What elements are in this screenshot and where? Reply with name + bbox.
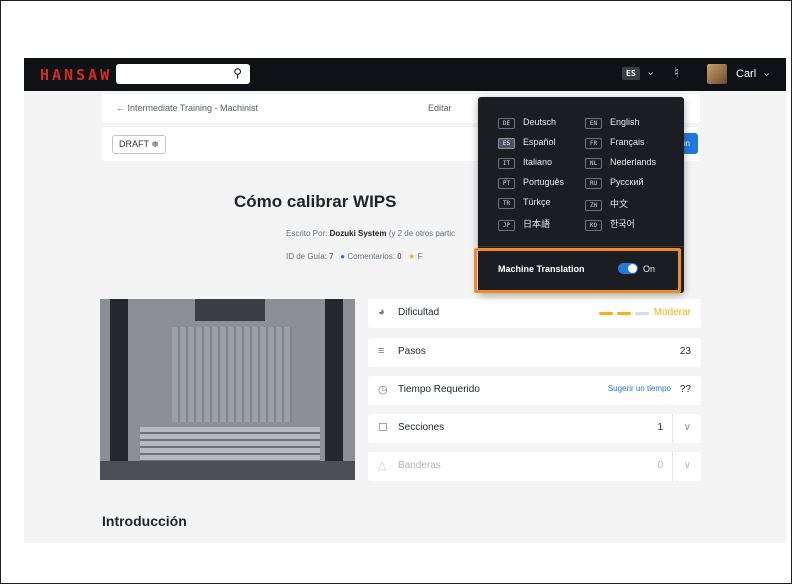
breadcrumb[interactable]: ← Intermediate Training - Machinist	[116, 103, 258, 113]
divider	[478, 246, 684, 247]
author-link[interactable]: Dozuki System	[330, 229, 387, 238]
difficulty-value: Moderar	[653, 307, 691, 318]
draft-select[interactable]: DRAFT ≑	[112, 135, 166, 154]
language-option-zh[interactable]: ZH 中文	[585, 197, 628, 211]
steps-row: ≡ Pasos 23	[368, 338, 701, 367]
page-title: Cómo calibrar WIPS	[234, 192, 397, 211]
favorites-label[interactable]: F	[418, 252, 423, 261]
edit-button[interactable]: Editar	[428, 103, 452, 113]
steps-value: 23	[679, 346, 691, 357]
flags-label: Banderas	[398, 460, 441, 471]
difficulty-bar	[617, 312, 631, 315]
chevron-down-icon[interactable]: ⌄	[646, 65, 655, 78]
steps-label: Pasos	[398, 346, 426, 357]
sections-label: Secciones	[398, 422, 445, 433]
language-selector[interactable]: ES	[622, 67, 640, 80]
machine-translation-state: On	[643, 264, 656, 274]
sections-row[interactable]: ☐ Secciones 1 ∨	[368, 414, 701, 443]
search-icon[interactable]: ⚲	[233, 66, 242, 80]
gauge-icon: ◕	[378, 306, 385, 318]
language-option-it[interactable]: IT Italiano	[498, 157, 552, 169]
time-value: ??	[679, 384, 691, 395]
time-label: Tiempo Requerido	[398, 384, 480, 395]
star-icon[interactable]: ★	[408, 252, 415, 261]
difficulty-bar	[635, 312, 649, 315]
language-option-nl[interactable]: NL Nederlands	[585, 157, 656, 169]
language-option-ru[interactable]: RU Русский	[585, 177, 643, 189]
machine-translation-toggle[interactable]	[618, 263, 638, 274]
flags-value: 0	[657, 460, 663, 471]
clock-icon: ◷	[378, 384, 388, 396]
machine-translation-label: Machine Translation	[498, 264, 585, 274]
language-option-de[interactable]: DE Deutsch	[498, 117, 556, 129]
warning-icon: △	[378, 460, 387, 472]
search-input[interactable]: ⚲	[116, 64, 250, 84]
difficulty-label: Dificultad	[398, 307, 440, 318]
app-screen: HANSAW ⚲ ES ⌄ ♮ Carl ⌄ ← Intermediate Tr…	[24, 58, 786, 543]
time-row: ◷ Tiempo Requerido Sugerir un tiempo ??	[368, 376, 701, 405]
difficulty-bar	[599, 312, 613, 315]
byline-prefix: Escrito Por:	[286, 229, 328, 238]
top-navbar: HANSAW ⚲ ES ⌄ ♮ Carl ⌄	[24, 58, 786, 91]
comments-label[interactable]: Comentarios:	[347, 252, 395, 261]
avatar[interactable]	[707, 64, 727, 84]
language-option-jp[interactable]: JP 日本語	[498, 217, 550, 231]
brand-logo[interactable]: HANSAW	[40, 66, 112, 84]
expand-icon[interactable]: ∨	[684, 460, 691, 471]
language-option-es[interactable]: ES Español	[498, 137, 556, 149]
flags-row[interactable]: △ Banderas 0 ∨	[368, 452, 701, 481]
list-icon: ≡	[378, 345, 385, 357]
language-option-en[interactable]: EN English	[585, 117, 640, 129]
difficulty-row: ◕ Dificultad Moderar	[368, 299, 701, 328]
expand-icon[interactable]: ∨	[684, 422, 691, 433]
guide-id-label: ID de Guía:	[286, 252, 327, 261]
bookmark-icon: ☐	[378, 422, 388, 434]
user-menu[interactable]: Carl	[736, 68, 756, 80]
guide-hero-image[interactable]	[100, 299, 355, 480]
byline-suffix: (y 2 de otros partic	[388, 229, 455, 238]
byline: Escrito Por: Dozuki System (y 2 de otros…	[286, 229, 455, 238]
comment-icon: ●	[340, 252, 346, 261]
section-heading: Introducción	[102, 513, 187, 529]
guide-id-value: 7	[329, 252, 334, 261]
guide-meta: ID de Guía: 7 ● Comentarios: 0 ★ F	[286, 252, 423, 261]
sections-value: 1	[657, 422, 663, 433]
language-option-ko[interactable]: KO 한국어	[585, 217, 635, 231]
suggest-time-link[interactable]: Sugerir un tiempo	[608, 384, 671, 393]
chevron-down-icon[interactable]: ⌄	[762, 66, 771, 79]
language-option-fr[interactable]: FR Français	[585, 137, 645, 149]
comments-count: 0	[397, 252, 402, 261]
language-option-tr[interactable]: TR Türkçe	[498, 197, 551, 209]
notifications-icon[interactable]: ♮	[674, 64, 679, 81]
language-option-pt[interactable]: PT Português	[498, 177, 564, 189]
